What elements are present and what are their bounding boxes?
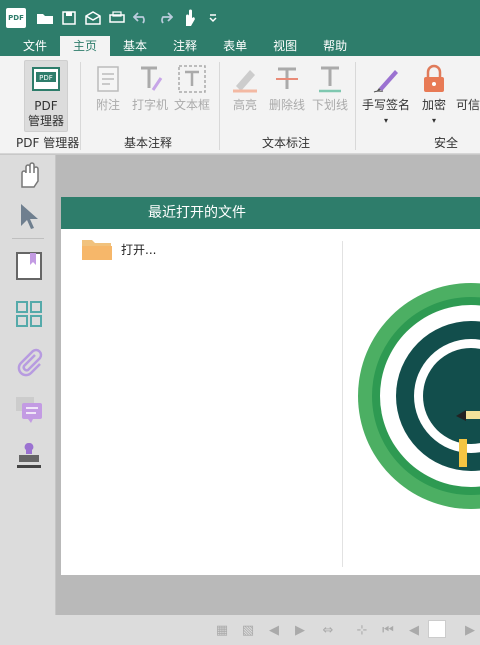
textbox-label: 文本框 [173, 98, 210, 112]
note-label: 附注 [95, 98, 120, 112]
redo-icon[interactable] [154, 7, 176, 29]
tab-file[interactable]: 文件 [10, 36, 60, 56]
textbox-icon [175, 62, 209, 96]
typewriter-icon [133, 62, 167, 96]
tab-basic[interactable]: 基本 [110, 36, 160, 56]
panel-divider [342, 241, 343, 567]
note-button[interactable]: 附注 [90, 62, 126, 132]
svg-text:PDF: PDF [39, 74, 53, 82]
first-page-icon[interactable]: ⏮ [378, 620, 398, 640]
document-area: 最近打开的文件 打开... [56, 155, 480, 615]
note-icon [91, 62, 125, 96]
highlight-button[interactable]: 高亮 [228, 62, 262, 132]
left-sidebar [0, 155, 56, 645]
pdf-manager-icon: PDF [29, 63, 63, 97]
previous-page-icon[interactable]: ◀ [404, 620, 424, 640]
ribbon-separator [219, 62, 220, 150]
open-file-item[interactable]: 打开... [81, 237, 156, 261]
comments-icon[interactable] [12, 393, 46, 427]
single-page-icon[interactable]: ▦ [212, 620, 232, 640]
tab-annotate[interactable]: 注释 [160, 36, 210, 56]
pdf-manager-label-1: PDF [34, 99, 58, 113]
encrypt-label: 加密 [421, 98, 446, 112]
group-security: 安全 [434, 136, 459, 150]
group-basic-annot: 基本注释 [124, 136, 173, 150]
trusted-button[interactable]: 可信 [456, 62, 480, 132]
underline-icon [313, 62, 347, 96]
fit-width-icon[interactable]: ⇔ [318, 620, 338, 640]
strikeout-label: 删除线 [268, 98, 305, 112]
group-pdf-manager: PDF 管理器 [16, 136, 80, 150]
folder-icon [82, 240, 112, 260]
hand-tool-icon[interactable] [178, 7, 200, 29]
highlight-label: 高亮 [232, 98, 257, 112]
print-icon[interactable] [106, 7, 128, 29]
typewriter-button[interactable]: 打字机 [130, 62, 170, 132]
pen-signature-icon [369, 62, 403, 96]
hand-icon[interactable] [12, 159, 46, 193]
highlight-icon [228, 62, 262, 96]
tab-home[interactable]: 主页 [60, 36, 111, 56]
ribbon: PDF PDF 管理器 附注 打字机 文本框 基本注释 高亮 删除线 下划线 文… [0, 56, 480, 154]
status-bar: ▦ ▧ ◀ ▶ ⇔ ⊹ ⏮ ◀ ▶ [0, 615, 480, 645]
signature-button[interactable]: 手写签名 ▾ [361, 62, 411, 132]
signature-label: 手写签名 [361, 98, 410, 112]
brand-logo-graphic [358, 283, 480, 509]
fit-page-icon[interactable]: ⊹ [352, 620, 372, 640]
menu-tabs: 文件 主页 基本 注释 表单 视图 帮助 [0, 36, 480, 56]
recent-files-title: 最近打开的文件 [61, 197, 480, 229]
previous-view-icon[interactable]: ◀ [264, 620, 284, 640]
ribbon-separator [355, 62, 356, 150]
next-page-icon[interactable]: ▶ [460, 620, 480, 640]
underline-label: 下划线 [311, 98, 348, 112]
tab-help[interactable]: 帮助 [310, 36, 360, 56]
trusted-label: 可信 [456, 98, 480, 112]
open-folder-icon[interactable] [34, 7, 56, 29]
two-page-icon[interactable]: ▧ [238, 620, 258, 640]
bookmark-icon[interactable] [12, 249, 46, 283]
encrypt-button[interactable]: 加密 ▾ [418, 62, 450, 132]
sidebar-divider [12, 238, 44, 239]
signature-dropdown-icon[interactable]: ▾ [384, 113, 388, 128]
thumbnails-icon[interactable] [12, 297, 46, 331]
encrypt-dropdown-icon[interactable]: ▾ [432, 113, 436, 128]
save-icon[interactable] [58, 7, 80, 29]
tab-form[interactable]: 表单 [210, 36, 260, 56]
undo-icon[interactable] [130, 7, 152, 29]
email-icon[interactable] [82, 7, 104, 29]
tab-view[interactable]: 视图 [260, 36, 310, 56]
attachment-icon[interactable] [12, 345, 46, 379]
typewriter-label: 打字机 [131, 98, 168, 112]
underline-button[interactable]: 下划线 [310, 62, 350, 132]
strikeout-icon [270, 62, 304, 96]
select-arrow-icon[interactable] [12, 199, 46, 233]
ribbon-separator [80, 62, 81, 150]
next-view-icon[interactable]: ▶ [290, 620, 310, 640]
strikeout-button[interactable]: 删除线 [267, 62, 307, 132]
textbox-button[interactable]: 文本框 [172, 62, 212, 132]
title-bar: PDF [0, 0, 480, 36]
stamp-icon[interactable] [12, 439, 46, 473]
open-file-label: 打开... [121, 242, 157, 257]
pdf-manager-button[interactable]: PDF PDF 管理器 [24, 60, 68, 132]
customize-dropdown-icon[interactable] [202, 7, 224, 29]
lock-icon [417, 62, 451, 96]
recent-files-panel: 最近打开的文件 打开... [61, 197, 480, 575]
page-number-input[interactable] [428, 620, 446, 638]
app-logo-icon: PDF [6, 8, 26, 28]
group-text-mark: 文本标注 [262, 136, 311, 150]
pdf-manager-label-2: 管理器 [27, 114, 64, 128]
